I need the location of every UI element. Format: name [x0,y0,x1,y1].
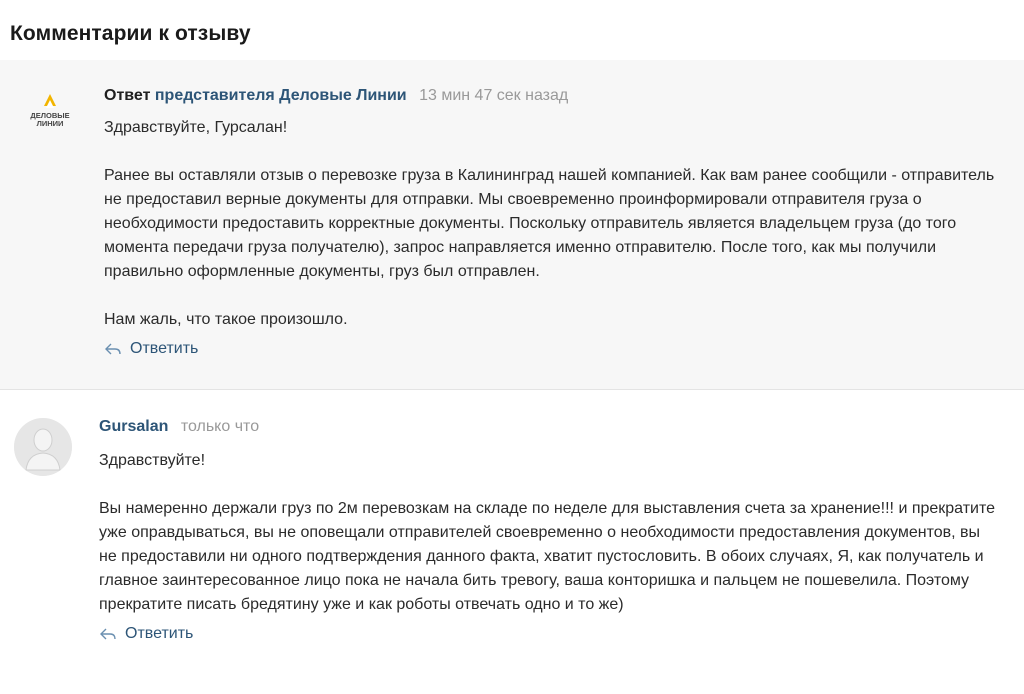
comment-paragraph: Ранее вы оставляли отзыв о перевозке гру… [104,167,995,280]
author-prefix: Ответ [104,87,151,104]
comment-company-response: ДЕЛОВЫЕ ЛИНИИ Ответ представителя Деловы… [0,60,1024,390]
logo-text-line2: ЛИНИИ [37,119,64,128]
author-name-link[interactable]: Gursalan [99,418,168,435]
comment-header: Gursalan только что [99,417,999,437]
timestamp: только что [180,418,260,435]
comment-greeting: Здравствуйте, Гурсалан! [104,119,288,136]
comment-text: Здравствуйте, Гурсалан! Ранее вы оставля… [104,116,1004,332]
reply-arrow-icon [105,343,121,355]
delovye-linii-logo-icon: ДЕЛОВЫЕ ЛИНИИ [30,94,70,128]
company-logo: ДЕЛОВЫЕ ЛИНИИ [22,92,78,136]
reply-arrow-icon [100,628,116,640]
comment-user: Gursalan только что Здравствуйте! Вы нам… [0,389,1024,694]
reply-button[interactable]: Ответить [104,340,198,358]
avatar[interactable] [14,418,72,476]
comment-body: Gursalan только что Здравствуйте! Вы нам… [99,417,999,646]
reply-button[interactable]: Ответить [99,625,193,643]
page-title: Комментарии к отзыву [10,22,251,45]
comment-header: Ответ представителя Деловые Линии 13 мин… [104,86,1004,106]
user-avatar-icon [14,418,72,476]
timestamp: 13 мин 47 сек назад [419,87,569,104]
comment-paragraph: Вы намеренно держали груз по 2м перевозк… [99,500,996,613]
comment-greeting: Здравствуйте! [99,452,206,469]
comment-text: Здравствуйте! Вы намеренно держали груз … [99,449,999,617]
reply-label: Ответить [125,625,194,642]
comment-closing: Нам жаль, что такое произошло. [104,311,348,328]
author-name-link[interactable]: представителя Деловые Линии [155,87,407,104]
comment-body: Ответ представителя Деловые Линии 13 мин… [104,86,1004,361]
reply-label: Ответить [130,340,199,357]
